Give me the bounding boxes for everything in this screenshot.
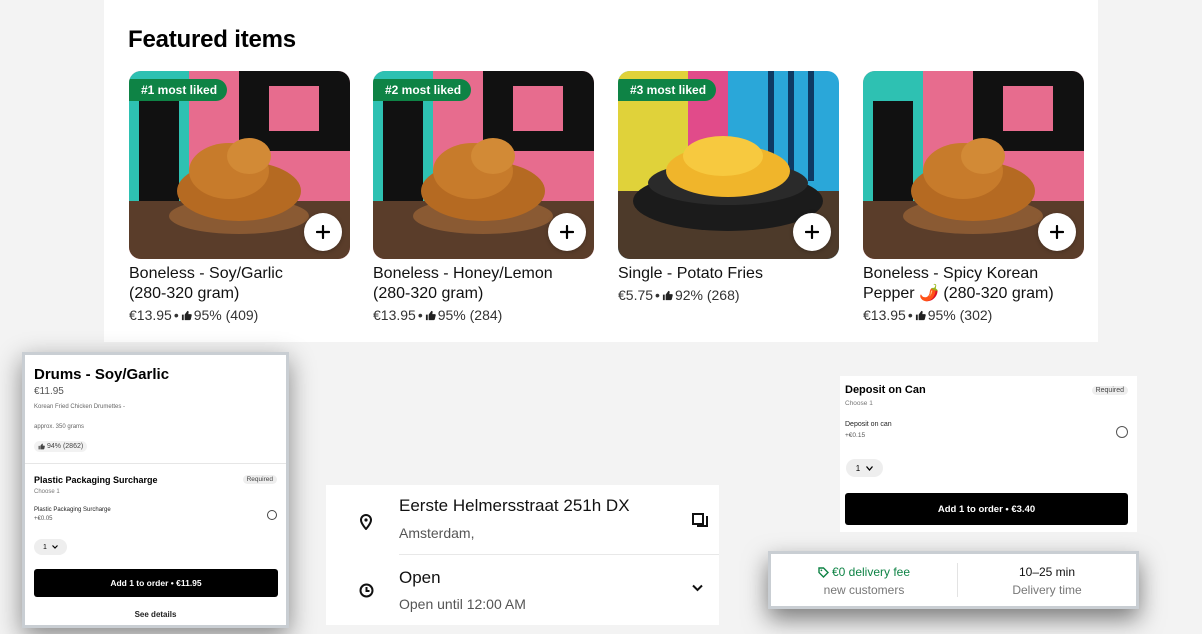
item-price: €5.75 — [618, 287, 654, 303]
item-name: Boneless - Honey/Lemon (280-320 gram) — [373, 265, 553, 302]
option-radio[interactable] — [1116, 426, 1128, 438]
chevron-down-icon — [52, 545, 58, 549]
add-to-order-button[interactable]: Add 1 to order • €11.95 — [34, 569, 278, 597]
add-to-order-button[interactable]: Add 1 to order • €3.40 — [845, 493, 1128, 525]
chevron-down-icon — [866, 465, 874, 471]
quantity-select[interactable]: 1 — [846, 459, 883, 477]
choose-hint: Choose 1 — [845, 400, 873, 407]
item-rating: 95% (409) — [193, 307, 259, 323]
thumbs-up-icon — [38, 443, 45, 450]
item-rating: 95% (302) — [927, 307, 993, 323]
option-label: Plastic Packaging Surcharge — [34, 507, 111, 513]
chevron-down-icon[interactable] — [692, 584, 703, 592]
thumbs-up-icon — [915, 310, 926, 320]
divider — [399, 554, 719, 555]
item-price: €13.95 — [373, 307, 416, 323]
item-meta: €13.95 • 95% (302) — [863, 307, 993, 323]
item-meta: €13.95 • 95% (284) — [373, 307, 503, 323]
location-pin-icon — [359, 514, 373, 530]
featured-card-3[interactable]: #3 most liked Single - Potato Fries €5.7… — [618, 71, 839, 304]
delivery-time-block[interactable]: 10–25 min Delivery time — [958, 554, 1136, 606]
add-item-button[interactable] — [793, 213, 831, 251]
option-radio[interactable] — [267, 510, 277, 520]
item-description: Korean Fried Chicken Drumettes - — [34, 404, 126, 410]
food-image — [863, 71, 1084, 259]
plus-icon — [316, 225, 330, 239]
delivery-info-box: €0 delivery fee new customers 10–25 min … — [768, 551, 1139, 609]
open-status: Open — [399, 568, 441, 587]
food-image: #2 most liked — [373, 71, 594, 259]
item-name: Boneless - Spicy Korean Pepper 🌶️ (280-3… — [863, 265, 1054, 302]
featured-card-1[interactable]: #1 most liked Boneless - Soy/Garlic (280… — [129, 71, 350, 324]
item-price: €11.95 — [34, 386, 64, 397]
option-section-title: Deposit on Can — [845, 384, 926, 396]
thumbs-up-icon — [181, 310, 192, 320]
most-liked-badge: #1 most liked — [129, 79, 228, 101]
deposit-option-popup: Deposit on Can Choose 1 Required Deposit… — [840, 376, 1137, 532]
featured-card-4[interactable]: Boneless - Spicy Korean Pepper 🌶️ (280-3… — [863, 71, 1084, 324]
option-price: +€0.05 — [34, 516, 53, 522]
copy-icon[interactable] — [692, 513, 708, 529]
plus-icon — [805, 225, 819, 239]
store-city: Amsterdam, — [399, 525, 475, 541]
opening-hours: Open until 12:00 AM — [399, 596, 526, 612]
featured-items-section: Featured items #1 most liked Boneless - … — [104, 0, 1098, 342]
item-price: €13.95 — [863, 307, 906, 323]
delivery-time: 10–25 min — [1018, 565, 1076, 579]
item-name: Boneless - Soy/Garlic (280-320 gram) — [129, 265, 283, 302]
option-price: +€0.15 — [845, 432, 866, 439]
choose-hint: Choose 1 — [34, 489, 60, 495]
required-badge: Required — [242, 475, 277, 484]
item-rating: 92% (268) — [674, 287, 740, 303]
item-title: Drums - Soy/Garlic — [34, 366, 170, 383]
delivery-time-label: Delivery time — [1012, 583, 1082, 597]
tag-icon — [818, 566, 829, 578]
add-item-button[interactable] — [1038, 213, 1076, 251]
thumbs-up-icon — [662, 290, 673, 300]
item-meta: €5.75 • 92% (268) — [618, 287, 740, 303]
quantity-select[interactable]: 1 — [34, 539, 67, 555]
see-details-link[interactable]: See details — [25, 610, 286, 619]
thumbs-up-icon — [425, 310, 436, 320]
item-detail-popup: Drums - Soy/Garlic €11.95 Korean Fried C… — [22, 352, 289, 628]
item-price: €13.95 — [129, 307, 172, 323]
required-badge: Required — [1091, 386, 1128, 395]
plus-icon — [1050, 225, 1064, 239]
delivery-fee-block[interactable]: €0 delivery fee new customers — [771, 554, 957, 606]
plus-icon — [560, 225, 574, 239]
most-liked-badge: #2 most liked — [373, 79, 472, 101]
add-item-button[interactable] — [304, 213, 342, 251]
delivery-fee-note: new customers — [823, 583, 905, 597]
add-item-button[interactable] — [548, 213, 586, 251]
store-info-panel: Eerste Helmersstraat 251h DX Amsterdam, … — [326, 485, 719, 625]
featured-title: Featured items — [128, 26, 296, 53]
item-name: Single - Potato Fries — [618, 265, 763, 282]
food-image: #1 most liked — [129, 71, 350, 259]
most-liked-badge: #3 most liked — [618, 79, 717, 101]
food-image: #3 most liked — [618, 71, 839, 259]
item-meta: €13.95 • 95% (409) — [129, 307, 259, 323]
item-weight: approx. 350 grams — [34, 424, 85, 430]
clock-icon — [359, 583, 374, 598]
option-section-title: Plastic Packaging Surcharge — [34, 475, 158, 485]
divider — [25, 463, 286, 464]
delivery-fee: €0 delivery fee — [771, 565, 957, 579]
featured-card-2[interactable]: #2 most liked Boneless - Honey/Lemon (28… — [373, 71, 594, 324]
option-label: Deposit on can — [845, 421, 892, 428]
likes-badge: 94% (2862) — [34, 441, 88, 452]
item-rating: 95% (284) — [437, 307, 503, 323]
store-address: Eerste Helmersstraat 251h DX — [399, 496, 630, 515]
